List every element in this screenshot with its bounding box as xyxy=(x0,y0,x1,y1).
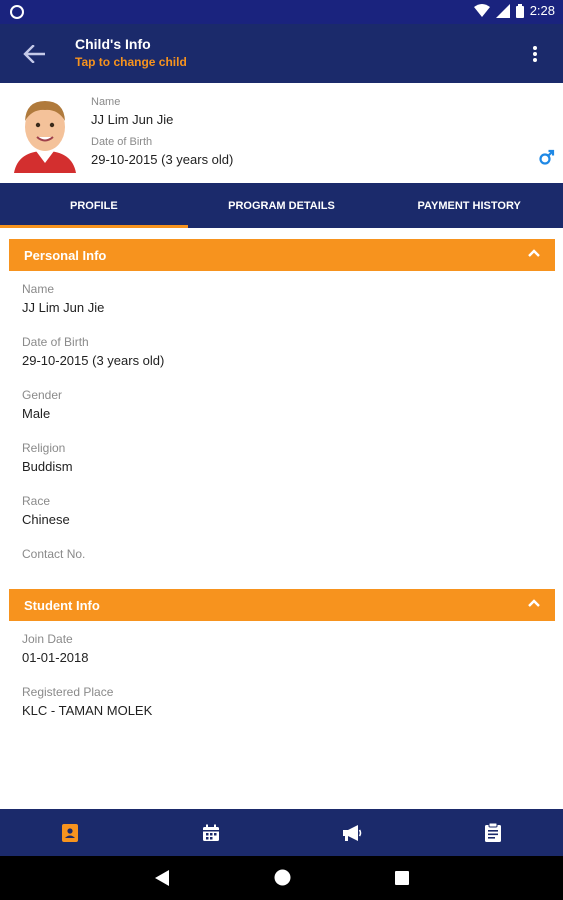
tab-profile[interactable]: PROFILE xyxy=(0,183,188,228)
back-button[interactable] xyxy=(18,38,50,70)
notification-icon xyxy=(10,5,24,19)
more-vert-icon xyxy=(533,46,537,62)
field-value-gender: Male xyxy=(22,406,51,421)
field-value-religion: Buddism xyxy=(22,459,73,474)
male-icon xyxy=(539,149,555,170)
field-label-registered-place: Registered Place xyxy=(22,685,114,699)
field-value-dob: 29-10-2015 (3 years old) xyxy=(22,353,165,368)
system-back-button[interactable] xyxy=(155,870,169,891)
personal-info-header[interactable]: Personal Info xyxy=(9,239,555,271)
field-label-dob: Date of Birth xyxy=(22,335,89,349)
system-nav-bar xyxy=(0,856,563,900)
tab-payment-history[interactable]: PAYMENT HISTORY xyxy=(375,183,563,228)
arrow-left-icon xyxy=(23,45,45,63)
battery-icon xyxy=(515,3,524,18)
status-time: 2:28 xyxy=(529,3,555,18)
child-avatar xyxy=(8,93,82,173)
child-summary: Name JJ Lim Jun Jie Date of Birth 29-10-… xyxy=(0,83,563,183)
field-label-contact: Contact No. xyxy=(22,547,86,561)
tab-program-details[interactable]: PROGRAM DETAILS xyxy=(188,183,376,228)
cellular-icon xyxy=(495,3,510,18)
calendar-icon xyxy=(203,824,220,841)
student-info-header[interactable]: Student Info xyxy=(9,589,555,621)
child-name-label: Name xyxy=(91,96,121,108)
field-value-registered-place: KLC - TAMAN MOLEK xyxy=(22,703,153,718)
field-label-join-date: Join Date xyxy=(22,632,73,646)
nav-announcements[interactable] xyxy=(282,809,423,856)
personal-info-title: Personal Info xyxy=(24,247,107,263)
child-dob-label: Date of Birth xyxy=(91,136,153,148)
field-label-religion: Religion xyxy=(22,441,66,455)
overflow-menu-button[interactable] xyxy=(523,38,547,70)
child-dob: 29-10-2015 (3 years old) xyxy=(91,152,234,167)
field-value-race: Chinese xyxy=(22,512,70,527)
triangle-back-icon xyxy=(155,870,169,886)
nav-calendar[interactable] xyxy=(141,809,282,856)
wifi-icon xyxy=(473,3,490,17)
system-recents-button[interactable] xyxy=(395,871,409,890)
nav-profile[interactable] xyxy=(0,809,141,856)
child-name: JJ Lim Jun Jie xyxy=(91,112,174,127)
field-label-race: Race xyxy=(22,494,51,508)
page-title[interactable]: Child's Info xyxy=(75,36,151,52)
circle-home-icon xyxy=(274,869,291,886)
square-recents-icon xyxy=(395,871,409,885)
bottom-nav xyxy=(0,809,563,856)
system-home-button[interactable] xyxy=(274,869,291,891)
tab-bar: PROFILE PROGRAM DETAILS PAYMENT HISTORY xyxy=(0,183,563,228)
field-label-name: Name xyxy=(22,282,55,296)
chevron-up-icon xyxy=(528,249,540,257)
megaphone-icon xyxy=(342,824,362,841)
profile-card-icon xyxy=(62,823,79,842)
field-value-join-date: 01-01-2018 xyxy=(22,650,89,665)
clipboard-icon xyxy=(484,823,501,842)
student-info-title: Student Info xyxy=(24,597,100,613)
chevron-up-icon xyxy=(528,599,540,607)
status-indicators: 2:28 xyxy=(473,3,555,18)
nav-clipboard[interactable] xyxy=(422,809,563,856)
field-value-name: JJ Lim Jun Jie xyxy=(22,300,105,315)
status-bar: 2:28 xyxy=(0,0,563,24)
app-bar: Child's Info Tap to change child xyxy=(0,24,563,83)
field-label-gender: Gender xyxy=(22,388,63,402)
change-child-link[interactable]: Tap to change child xyxy=(75,55,187,69)
